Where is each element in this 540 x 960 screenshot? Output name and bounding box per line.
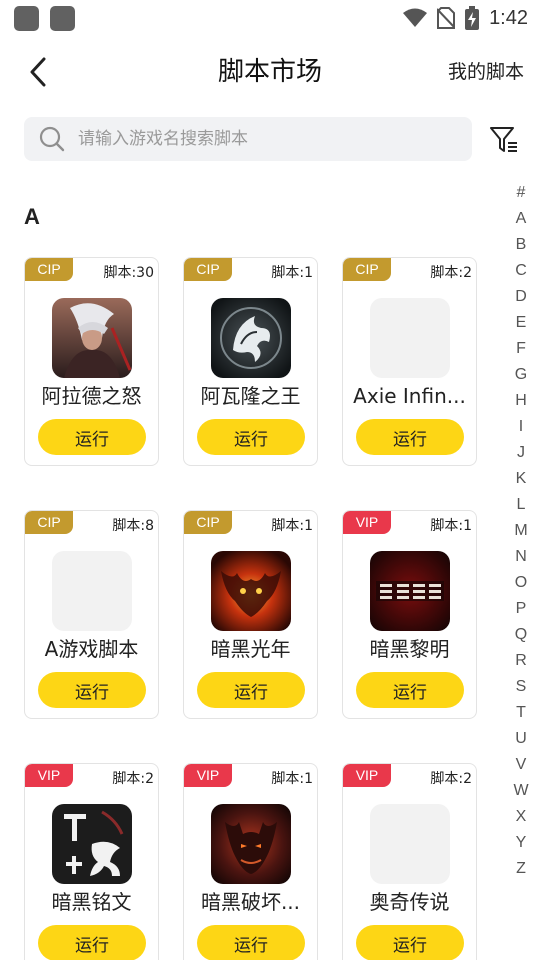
script-count: 脚本:8 <box>112 518 154 534</box>
alpha-index-z[interactable]: Z <box>510 856 532 882</box>
game-name: 阿拉德之怒 <box>41 384 142 408</box>
script-count: 脚本:1 <box>430 518 472 534</box>
status-bar-right: 1:42 <box>403 0 528 36</box>
run-button[interactable]: 运行 <box>38 672 146 708</box>
dark-dawn-logo-icon <box>370 551 450 631</box>
alpha-index-hash[interactable]: # <box>510 180 532 206</box>
notification-app-icon <box>50 6 75 31</box>
fire-demon-icon <box>211 551 291 631</box>
clock: 1:42 <box>489 6 528 29</box>
game-name: 暗黑光年 <box>210 637 291 661</box>
alpha-index-g[interactable]: G <box>510 362 532 388</box>
run-button[interactable]: 运行 <box>197 672 305 708</box>
script-count: 脚本:2 <box>430 265 472 281</box>
notification-app-icon <box>14 6 39 31</box>
vip-tag: VIP <box>343 764 391 787</box>
calligraphy-logo-icon <box>52 804 132 884</box>
placeholder-icon <box>370 804 450 884</box>
hooded-warrior-icon <box>52 298 132 378</box>
run-button[interactable]: 运行 <box>197 925 305 960</box>
alpha-index-x[interactable]: X <box>510 804 532 830</box>
vip-tag: VIP <box>25 764 73 787</box>
alpha-index-e[interactable]: E <box>510 310 532 336</box>
game-card[interactable]: CIP 脚本:2 Axie Infin... 运行 <box>342 257 477 466</box>
header: 脚本市场 我的脚本 <box>0 44 540 100</box>
alpha-index-d[interactable]: D <box>510 284 532 310</box>
alphabet-index: # A B C D E F G H I J K L M N O P Q R S … <box>510 180 532 882</box>
search-input[interactable] <box>78 129 438 149</box>
game-card[interactable]: CIP 脚本:8 A游戏脚本 运行 <box>24 510 159 719</box>
game-name: A游戏脚本 <box>44 637 139 661</box>
run-button[interactable]: 运行 <box>356 925 464 960</box>
run-button[interactable]: 运行 <box>356 419 464 455</box>
alpha-index-b[interactable]: B <box>510 232 532 258</box>
status-bar: 1:42 <box>0 0 540 36</box>
alpha-index-o[interactable]: O <box>510 570 532 596</box>
game-card[interactable]: VIP 脚本:1 暗黑破坏... 运行 <box>183 763 318 960</box>
demon-face-icon <box>211 804 291 884</box>
script-count: 脚本:30 <box>103 265 154 281</box>
alpha-index-j[interactable]: J <box>510 440 532 466</box>
search-icon <box>38 125 66 153</box>
game-name: 奥奇传说 <box>369 890 450 914</box>
dragon-emblem-icon <box>211 298 291 378</box>
game-name: Axie Infin... <box>353 384 466 408</box>
vip-tag: VIP <box>184 764 232 787</box>
alpha-index-r[interactable]: R <box>510 648 532 674</box>
alpha-index-u[interactable]: U <box>510 726 532 752</box>
alpha-index-n[interactable]: N <box>510 544 532 570</box>
alpha-index-i[interactable]: I <box>510 414 532 440</box>
game-name: 暗黑铭文 <box>51 890 132 914</box>
game-card[interactable]: CIP 脚本:1 阿瓦隆之王 运行 <box>183 257 318 466</box>
cip-tag: CIP <box>25 258 73 281</box>
alpha-index-q[interactable]: Q <box>510 622 532 648</box>
search-bar[interactable] <box>24 117 472 161</box>
filter-icon <box>490 127 517 152</box>
run-button[interactable]: 运行 <box>356 672 464 708</box>
alpha-index-a[interactable]: A <box>510 206 532 232</box>
alpha-index-l[interactable]: L <box>510 492 532 518</box>
alpha-index-w[interactable]: W <box>510 778 532 804</box>
run-button[interactable]: 运行 <box>38 925 146 960</box>
alpha-index-v[interactable]: V <box>510 752 532 778</box>
alpha-index-s[interactable]: S <box>510 674 532 700</box>
game-card[interactable]: CIP 脚本:1 暗黑光年 运行 <box>183 510 318 719</box>
game-card[interactable]: VIP 脚本:2 奥奇传说 运行 <box>342 763 477 960</box>
script-count: 脚本:2 <box>430 771 472 787</box>
no-sim-icon <box>437 7 456 29</box>
section-letter: A <box>24 204 40 229</box>
cip-tag: CIP <box>184 511 232 534</box>
game-name: 阿瓦隆之王 <box>200 384 301 408</box>
game-card[interactable]: VIP 脚本:1 暗黑黎明 运行 <box>342 510 477 719</box>
cip-tag: CIP <box>343 258 391 281</box>
script-count: 脚本:1 <box>271 771 313 787</box>
my-scripts-link[interactable]: 我的脚本 <box>448 58 524 86</box>
cip-tag: CIP <box>25 511 73 534</box>
game-name: 暗黑黎明 <box>369 637 450 661</box>
script-count: 脚本:1 <box>271 518 313 534</box>
vip-tag: VIP <box>343 511 391 534</box>
script-count: 脚本:2 <box>112 771 154 787</box>
wifi-icon <box>403 8 428 27</box>
cip-tag: CIP <box>184 258 232 281</box>
battery-charging-icon <box>465 6 480 30</box>
alpha-index-f[interactable]: F <box>510 336 532 362</box>
run-button[interactable]: 运行 <box>197 419 305 455</box>
alpha-index-m[interactable]: M <box>510 518 532 544</box>
game-name: 暗黑破坏... <box>200 890 301 914</box>
filter-button[interactable] <box>486 122 522 158</box>
run-button[interactable]: 运行 <box>38 419 146 455</box>
alpha-index-h[interactable]: H <box>510 388 532 414</box>
placeholder-icon <box>370 298 450 378</box>
alpha-index-y[interactable]: Y <box>510 830 532 856</box>
placeholder-icon <box>52 551 132 631</box>
script-count: 脚本:1 <box>271 265 313 281</box>
alpha-index-c[interactable]: C <box>510 258 532 284</box>
alpha-index-t[interactable]: T <box>510 700 532 726</box>
alpha-index-k[interactable]: K <box>510 466 532 492</box>
game-card[interactable]: CIP 脚本:30 阿拉德之怒 运行 <box>24 257 159 466</box>
game-card[interactable]: VIP 脚本:2 暗黑铭文 运行 <box>24 763 159 960</box>
alpha-index-p[interactable]: P <box>510 596 532 622</box>
